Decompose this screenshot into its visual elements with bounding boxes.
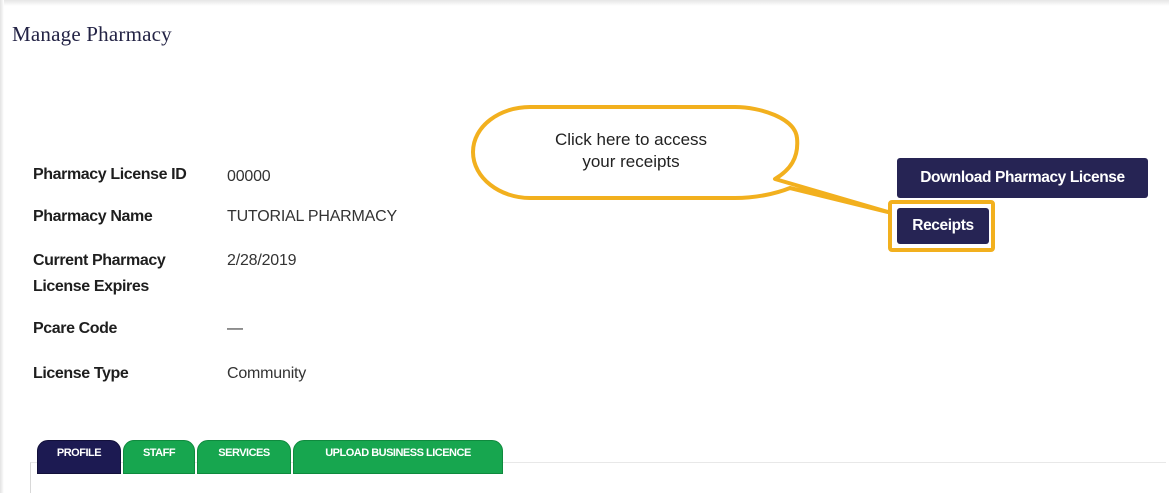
tab-profile[interactable]: PROFILE: [37, 440, 121, 474]
download-license-button[interactable]: Download Pharmacy License: [897, 158, 1148, 198]
tab-staff[interactable]: STAFF: [123, 440, 195, 474]
tab-upload-business-licence[interactable]: UPLOAD BUSINESS LICENCE: [293, 440, 503, 474]
callout-text: Click here to access your receipts: [490, 129, 772, 173]
tab-services[interactable]: SERVICES: [197, 440, 291, 474]
callout-line-1: Click here to access: [554, 130, 708, 149]
manage-pharmacy-page: Manage Pharmacy Pharmacy License ID 0000…: [0, 0, 1169, 493]
receipts-button[interactable]: Receipts: [897, 208, 989, 244]
callout-line-2: your receipts: [582, 152, 680, 171]
